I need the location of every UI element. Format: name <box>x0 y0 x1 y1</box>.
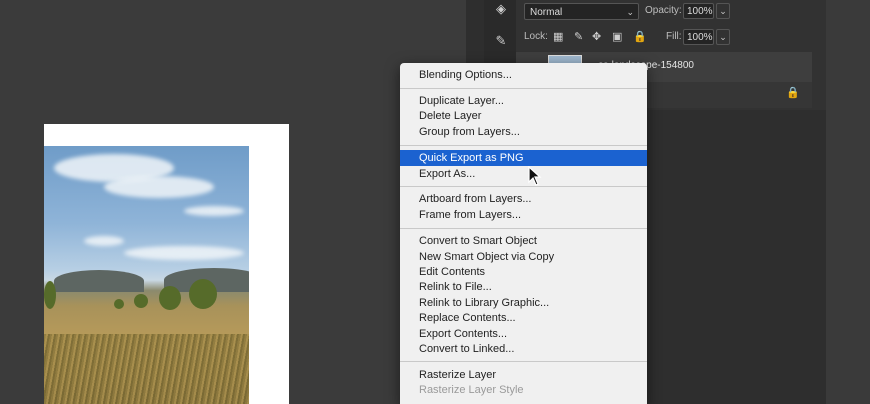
chevron-down-icon: ⌄ <box>626 7 634 17</box>
opacity-field[interactable]: 100% <box>683 3 714 19</box>
adjust-icon[interactable]: ◈ <box>492 0 510 18</box>
opacity-value: 100% <box>687 6 713 17</box>
menu-item-delete-layer[interactable]: Delete Layer <box>400 108 647 124</box>
fill-dropdown[interactable]: ⌄ <box>716 29 730 45</box>
menu-item-relink-library-graphic[interactable]: Relink to Library Graphic... <box>400 295 647 311</box>
opacity-dropdown[interactable]: ⌄ <box>716 3 730 19</box>
menu-item-edit-contents[interactable]: Edit Contents <box>400 264 647 280</box>
canvas-area[interactable] <box>0 0 466 404</box>
menu-item-frame-from-layers[interactable]: Frame from Layers... <box>400 207 647 223</box>
menu-item-convert-to-linked[interactable]: Convert to Linked... <box>400 341 647 357</box>
menu-item-group-from-layers[interactable]: Group from Layers... <box>400 124 647 140</box>
menu-item-rasterize-layer-style: Rasterize Layer Style <box>419 384 524 396</box>
menu-item-new-smart-object-copy[interactable]: New Smart Object via Copy <box>400 249 647 265</box>
menu-item-quick-export-png[interactable]: Quick Export as PNG <box>400 150 647 166</box>
lock-icon: 🔒 <box>786 87 800 99</box>
lock-position-icon[interactable]: ✥ <box>592 30 601 43</box>
fill-value: 100% <box>687 32 713 43</box>
hill <box>54 270 144 292</box>
blend-mode-value: Normal <box>530 7 563 18</box>
menu-separator <box>400 186 647 187</box>
chevron-down-icon: ⌄ <box>719 32 727 42</box>
tree <box>189 279 217 309</box>
cloud <box>124 246 244 260</box>
menu-item-duplicate-layer[interactable]: Duplicate Layer... <box>400 93 647 109</box>
menu-item-blending-options[interactable]: Blending Options... <box>400 67 647 83</box>
cloud <box>184 206 244 216</box>
menu-separator <box>400 88 647 89</box>
fill-field[interactable]: 100% <box>683 29 714 45</box>
tree <box>114 299 124 309</box>
tree <box>134 294 148 308</box>
cloud <box>104 176 214 198</box>
menu-item-export-contents[interactable]: Export Contents... <box>400 326 647 342</box>
layer-context-menu: Blending Options... Duplicate Layer... D… <box>400 63 647 404</box>
document-page[interactable] <box>44 124 289 404</box>
chevron-down-icon: ⌄ <box>719 6 727 16</box>
lock-label: Lock: <box>524 31 548 42</box>
lock-paint-icon[interactable]: ✎ <box>574 30 583 43</box>
menu-separator <box>400 145 647 146</box>
menu-item-artboard-from-layers[interactable]: Artboard from Layers... <box>400 191 647 207</box>
lock-transparent-icon[interactable]: ▦ <box>553 30 563 43</box>
blend-mode-select[interactable]: Normal ⌄ <box>524 3 639 20</box>
menu-item-replace-contents[interactable]: Replace Contents... <box>400 310 647 326</box>
lock-artboard-icon[interactable]: ▣ <box>612 30 622 43</box>
menu-separator <box>400 361 647 362</box>
menu-item-rasterize-layer[interactable]: Rasterize Layer <box>400 367 647 383</box>
menu-item-export-as[interactable]: Export As... <box>400 166 647 182</box>
brush-icon[interactable]: ✎ <box>492 32 510 50</box>
fill-label: Fill: <box>666 31 682 42</box>
tree <box>44 281 56 309</box>
lock-all-icon[interactable]: 🔒 <box>633 30 647 43</box>
landscape-photo <box>44 146 249 404</box>
opacity-label: Opacity: <box>645 5 682 16</box>
menu-separator <box>400 228 647 229</box>
cloud <box>84 236 124 246</box>
tree <box>159 286 181 310</box>
workspace-edge <box>826 0 870 404</box>
mouse-cursor-icon <box>528 166 542 186</box>
menu-item-relink-to-file[interactable]: Relink to File... <box>400 279 647 295</box>
grass <box>44 334 249 404</box>
menu-item-convert-smart-object[interactable]: Convert to Smart Object <box>400 233 647 249</box>
